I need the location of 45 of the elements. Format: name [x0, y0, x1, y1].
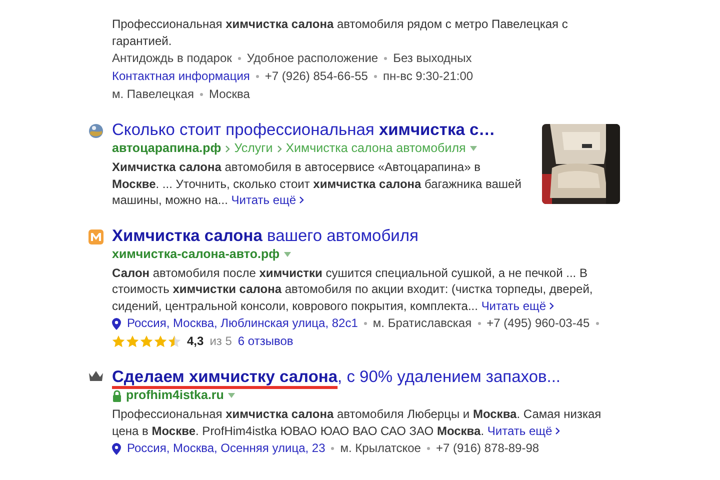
result-title-link[interactable]: Сделаем химчистку салона, с 90% удалением запахов...	[112, 367, 561, 387]
star-icon	[112, 335, 125, 348]
map-pin-icon	[112, 442, 121, 454]
result-snippet: Химчистка салона автомобиля в автосервисе «Автоцарапина» в Москве. ... Уточнить, сколько стоит химчистка салона багажника вашей машины, можно на... Читать ещё	[112, 159, 522, 208]
map-pin-icon	[112, 318, 121, 330]
chevron-icon	[549, 302, 554, 310]
star-icon	[140, 335, 153, 348]
read-more-link[interactable]: Читать ещё	[231, 192, 304, 208]
address-link[interactable]: Россия, Москва, Осенняя улица, 23	[127, 440, 326, 457]
reviews-link[interactable]: 6 отзывов	[238, 333, 294, 350]
chevron-icon	[276, 144, 282, 152]
dropdown-caret-icon	[284, 252, 291, 256]
dropdown-caret-icon	[470, 146, 477, 151]
info-text: Без выходных	[393, 50, 472, 67]
result-snippet: Профессиональная химчистка салона автомобиля Люберцы и Москва. Самая низкая цена в Москве. ProfHim4istka ЮВАО ЮАО ВАО САО ЗАО Москва. Читать ещё	[112, 406, 602, 439]
dropdown-caret-icon	[228, 393, 235, 398]
result-title-link[interactable]: Сколько стоит профессиональная химчистка с…	[112, 120, 496, 140]
info-text: Удобное расположение	[246, 50, 378, 67]
site-url-link[interactable]: автоцарапина.рф	[112, 140, 222, 157]
result-snippet: Профессиональная химчистка салона автомобиля рядом с метро Павелецкая с гарантией.	[112, 16, 569, 49]
chevron-icon	[299, 196, 304, 204]
star-icon	[154, 335, 167, 348]
site-url-link[interactable]: химчистка-салона-авто.рф	[112, 246, 280, 262]
star-icon	[168, 335, 181, 348]
result-snippet: Салон автомобиля после химчистки сушится специальной сушкой, а не печкой ... В стоимость химчистки салона автомобиля по акции входит: (чистка торпеды, дверей, сидений, центральной консоли, коврового покрытия, комплекта... Читать ещё	[112, 264, 594, 314]
read-more-link[interactable]: Читать ещё	[481, 298, 554, 314]
info-text: Антидождь в подарок	[112, 50, 232, 67]
site-url-link[interactable]: profhim4istka.ru	[126, 387, 224, 404]
rating-scale: из 5	[210, 333, 232, 350]
chevron-icon	[225, 144, 230, 152]
info-text: пн-вс 9:30-21:00	[382, 68, 474, 85]
info-text: м. Крылатское	[340, 440, 421, 457]
star-icon	[126, 335, 139, 348]
result-title-link[interactable]: Химчистка салона вашего автомобиля	[112, 226, 418, 246]
info-text: м. Братиславская	[372, 315, 472, 332]
info-text: +7 (926) 854-66-55	[264, 68, 368, 85]
info-text: м. Павелецкая	[112, 86, 194, 103]
info-text: +7 (495) 960-03-45	[486, 315, 590, 332]
chevron-icon	[555, 426, 560, 435]
address-link[interactable]: Россия, Москва, Люблинская улица, 82с1	[127, 315, 358, 332]
info-text: +7 (916) 878-89-98	[436, 440, 540, 457]
contact-info-link[interactable]: Контактная информация	[112, 68, 250, 85]
rating-score: 4,3	[187, 333, 204, 350]
info-text: Москва	[208, 86, 250, 103]
read-more-link[interactable]: Читать ещё	[487, 422, 560, 439]
